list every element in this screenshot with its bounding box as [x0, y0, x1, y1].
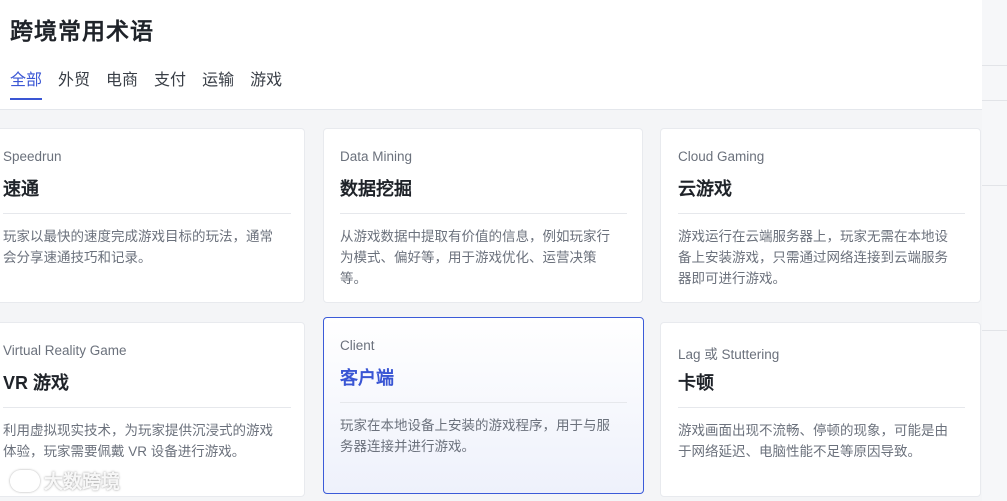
card-divider: [678, 213, 965, 214]
term-english: Virtual Reality Game: [3, 343, 127, 358]
term-card-client[interactable]: Client 客户端 玩家在本地设备上安装的游戏程序，用于与服 务器连接并进行游戏…: [323, 317, 644, 494]
card-divider: [340, 213, 627, 214]
card-divider: [340, 402, 627, 403]
card-divider: [3, 213, 291, 214]
term-card-data-mining[interactable]: Data Mining 数据挖掘 从游戏数据中提取有价值的信息，例如玩家行 为模式…: [323, 128, 643, 303]
watermark: 大数跨境: [10, 467, 120, 494]
term-chinese: 卡顿: [678, 373, 714, 393]
tab-ecommerce[interactable]: 电商: [106, 66, 138, 100]
term-description: 利用虚拟现实技术，为玩家提供沉浸式的游戏 体验，玩家需要佩戴 VR 设备进行游戏。: [3, 423, 273, 459]
watermark-logo-icon: [10, 469, 40, 492]
term-description: 游戏运行在云端服务器上，玩家无需在本地设 备上安装游戏，只需通过网络连接到云端服务…: [678, 229, 948, 286]
term-chinese: VR 游戏: [3, 373, 70, 393]
term-chinese: 客户端: [340, 368, 394, 388]
term-description: 从游戏数据中提取有价值的信息，例如玩家行 为模式、偏好等，用于游戏优化、运营决策等…: [340, 229, 610, 286]
term-english: Client: [340, 338, 375, 353]
header: 跨境常用术语 全部 外贸 电商 支付 运输 游戏: [0, 0, 982, 110]
tab-shipping[interactable]: 运输: [202, 66, 234, 100]
term-card-lag[interactable]: Lag 或 Stuttering 卡顿 游戏画面出现不流畅、停顿的现象，可能是由…: [660, 322, 981, 497]
card-divider: [678, 407, 965, 408]
term-description: 游戏画面出现不流畅、停顿的现象，可能是由 于网络延迟、电脑性能不足等原因导致。: [678, 423, 948, 459]
term-english: Data Mining: [340, 149, 413, 164]
tab-gaming[interactable]: 游戏: [250, 66, 282, 100]
tab-bar: 全部 外贸 电商 支付 运输 游戏: [10, 66, 282, 100]
term-chinese: 云游戏: [678, 179, 732, 199]
right-panel-edge: [982, 0, 1007, 501]
term-card-cloud-gaming[interactable]: Cloud Gaming 云游戏 游戏运行在云端服务器上，玩家无需在本地设 备上安…: [660, 128, 981, 303]
tab-all[interactable]: 全部: [10, 66, 43, 100]
term-description: 玩家以最快的速度完成游戏目标的玩法，通常 会分享速通技巧和记录。: [3, 229, 273, 265]
term-chinese: 速通: [3, 179, 39, 199]
term-description: 玩家在本地设备上安装的游戏程序，用于与服 务器连接并进行游戏。: [340, 418, 610, 454]
term-english: Speedrun: [3, 149, 62, 164]
tab-payment[interactable]: 支付: [154, 66, 186, 100]
tab-foreign-trade[interactable]: 外贸: [58, 66, 90, 100]
term-english: Lag 或 Stuttering: [678, 347, 780, 362]
term-english: Cloud Gaming: [678, 149, 765, 164]
card-divider: [3, 407, 291, 408]
term-chinese: 数据挖掘: [340, 179, 412, 199]
page-title: 跨境常用术语: [10, 18, 154, 44]
term-card-speedrun[interactable]: Speedrun 速通 玩家以最快的速度完成游戏目标的玩法，通常 会分享速通技巧和…: [0, 128, 305, 303]
watermark-text: 大数跨境: [44, 472, 121, 493]
